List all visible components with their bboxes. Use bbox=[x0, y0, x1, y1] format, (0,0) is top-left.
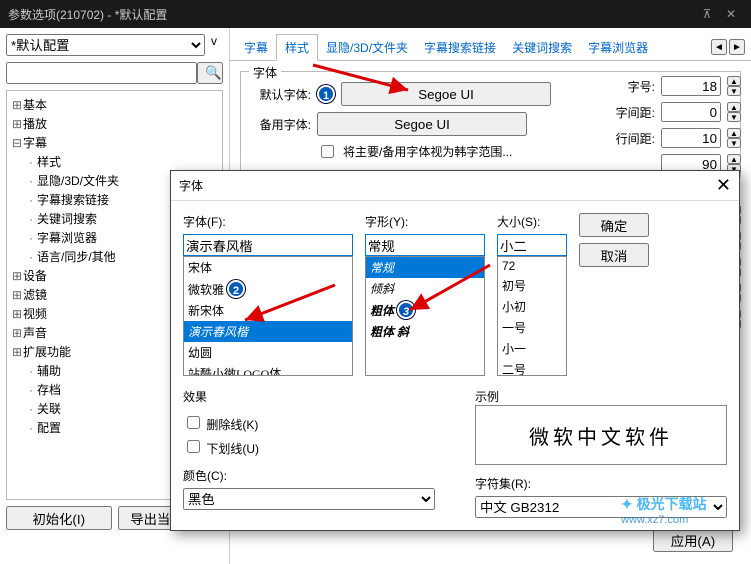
size-xiaochu[interactable]: 小初 bbox=[498, 296, 566, 317]
size-yihao[interactable]: 一号 bbox=[498, 317, 566, 338]
tab-subtitle[interactable]: 字幕 bbox=[236, 35, 276, 60]
font-item-youyuan[interactable]: 幼圆 bbox=[184, 342, 352, 363]
tab-searchlink[interactable]: 字幕搜索链接 bbox=[416, 35, 504, 60]
default-font-button[interactable]: Segoe UI bbox=[341, 82, 551, 106]
size-input[interactable] bbox=[661, 76, 721, 96]
tree-ext[interactable]: 扩展功能 bbox=[23, 345, 71, 359]
linegap-label: 行间距: bbox=[611, 130, 655, 147]
apply-button[interactable]: 应用(A) bbox=[653, 528, 733, 552]
cancel-button[interactable]: 取消 bbox=[579, 243, 649, 267]
style-italic[interactable]: 倾斜 bbox=[366, 278, 484, 299]
spacing-label: 字间距: bbox=[611, 104, 655, 121]
font-name-input[interactable] bbox=[183, 234, 353, 256]
spacing-input[interactable] bbox=[661, 102, 721, 122]
linegap-up[interactable]: ▲ bbox=[727, 128, 741, 138]
size-field-label: 大小(S): bbox=[497, 213, 567, 230]
search-input[interactable] bbox=[6, 62, 197, 84]
font-style-input[interactable] bbox=[365, 234, 485, 256]
size-down[interactable]: ▼ bbox=[727, 86, 741, 96]
profile-select[interactable]: *默认配置 bbox=[6, 34, 205, 56]
size-up[interactable]: ▲ bbox=[727, 76, 741, 86]
tree-audio[interactable]: 声音 bbox=[23, 326, 47, 340]
font-item-chunfeng[interactable]: 演示春风楷 bbox=[184, 321, 352, 342]
strikethrough-checkbox[interactable] bbox=[187, 416, 200, 429]
default-font-label: 默认字体: bbox=[251, 86, 311, 103]
sample-label: 示例 bbox=[475, 388, 727, 405]
linegap-down[interactable]: ▼ bbox=[727, 138, 741, 148]
tab-style[interactable]: 样式 bbox=[276, 34, 318, 61]
sample-preview: 微软中文软件 bbox=[475, 405, 727, 465]
tree-keyword[interactable]: 关键词搜索 bbox=[37, 212, 97, 226]
init-button[interactable]: 初始化(I) bbox=[6, 506, 112, 530]
korean-range-label: 将主要/备用字体视为韩字范围... bbox=[343, 143, 512, 160]
size-xiaoyi[interactable]: 小一 bbox=[498, 338, 566, 359]
linegap-input[interactable] bbox=[661, 128, 721, 148]
tab-keyword[interactable]: 关键词搜索 bbox=[504, 35, 580, 60]
korean-range-checkbox[interactable] bbox=[321, 145, 334, 158]
font-item-nsimsun[interactable]: 新宋体 bbox=[184, 300, 352, 321]
tree-folder[interactable]: 显隐/3D/文件夹 bbox=[37, 174, 119, 188]
hint-badge-2: 2 bbox=[227, 280, 245, 298]
f4-up[interactable]: ▲ bbox=[727, 154, 741, 164]
tab-next-button[interactable]: ► bbox=[729, 39, 745, 55]
close-icon[interactable]: ✕ bbox=[719, 7, 743, 21]
font-size-input[interactable] bbox=[497, 234, 567, 256]
font-item-zhanku[interactable]: 站酷小微LOGO体 bbox=[184, 363, 352, 376]
font-dialog: 字体 ✕ 字体(F): 宋体 微软雅 2 新宋体 演示春风楷 幼圆 站酷小微LO… bbox=[170, 170, 740, 531]
tree-basic[interactable]: 基本 bbox=[23, 98, 47, 112]
size-72[interactable]: 72 bbox=[498, 257, 566, 275]
charset-select[interactable]: 中文 GB2312 bbox=[475, 496, 727, 518]
font-group-legend: 字体 bbox=[249, 64, 281, 81]
size-list[interactable]: 72 初号 小初 一号 小一 二号 小二 bbox=[497, 256, 567, 376]
color-label: 颜色(C): bbox=[183, 467, 435, 484]
search-button[interactable]: 🔍 bbox=[197, 62, 223, 84]
tab-folder[interactable]: 显隐/3D/文件夹 bbox=[318, 35, 416, 60]
style-list[interactable]: 常规 倾斜 粗体 3 粗体 斜 bbox=[365, 256, 485, 376]
tree-lang[interactable]: 语言/同步/其他 bbox=[37, 250, 116, 264]
tree-playback[interactable]: 播放 bbox=[23, 117, 47, 131]
tab-browser[interactable]: 字幕浏览器 bbox=[580, 35, 656, 60]
tree-browser[interactable]: 字幕浏览器 bbox=[37, 231, 97, 245]
tree-video[interactable]: 视频 bbox=[23, 307, 47, 321]
size-label: 字号: bbox=[611, 78, 655, 95]
strikethrough-label: 删除线(K) bbox=[206, 418, 258, 432]
tree-config[interactable]: 配置 bbox=[37, 421, 61, 435]
charset-label: 字符集(R): bbox=[475, 475, 727, 492]
effects-label: 效果 bbox=[183, 388, 435, 405]
tree-device[interactable]: 设备 bbox=[23, 269, 47, 283]
style-field-label: 字形(Y): bbox=[365, 213, 485, 230]
backup-font-button[interactable]: Segoe UI bbox=[317, 112, 527, 136]
font-item-msyh[interactable]: 微软雅 2 bbox=[184, 278, 352, 300]
size-erhao[interactable]: 二号 bbox=[498, 359, 566, 376]
style-bolditalic[interactable]: 粗体 斜 bbox=[366, 321, 484, 342]
tree-style[interactable]: 样式 bbox=[37, 155, 61, 169]
ok-button[interactable]: 确定 bbox=[579, 213, 649, 237]
size-chuhao[interactable]: 初号 bbox=[498, 275, 566, 296]
tree-searchlink[interactable]: 字幕搜索链接 bbox=[37, 193, 109, 207]
tree-subtitle[interactable]: 字幕 bbox=[23, 136, 47, 150]
tab-prev-button[interactable]: ◄ bbox=[711, 39, 727, 55]
hint-badge-1: 1 bbox=[317, 85, 335, 103]
tree-filter[interactable]: 滤镜 bbox=[23, 288, 47, 302]
spacing-down[interactable]: ▼ bbox=[727, 112, 741, 122]
color-select[interactable]: 黑色 bbox=[183, 488, 435, 510]
hint-badge-3: 3 bbox=[397, 301, 415, 319]
dialog-close-icon[interactable]: ✕ bbox=[716, 175, 731, 196]
pin-icon[interactable]: ⊼ bbox=[695, 7, 719, 21]
dialog-title: 字体 bbox=[179, 177, 716, 194]
profile-dropdown-v[interactable]: v bbox=[205, 34, 223, 56]
underline-checkbox[interactable] bbox=[187, 440, 200, 453]
tree-save[interactable]: 存档 bbox=[37, 383, 61, 397]
style-bold[interactable]: 粗体 3 bbox=[366, 299, 484, 321]
tree-aux[interactable]: 辅助 bbox=[37, 364, 61, 378]
style-regular[interactable]: 常规 bbox=[366, 257, 484, 278]
backup-font-label: 备用字体: bbox=[251, 116, 311, 133]
underline-label: 下划线(U) bbox=[206, 442, 259, 456]
font-item-songti[interactable]: 宋体 bbox=[184, 257, 352, 278]
font-field-label: 字体(F): bbox=[183, 213, 353, 230]
tree-assoc[interactable]: 关联 bbox=[37, 402, 61, 416]
font-list[interactable]: 宋体 微软雅 2 新宋体 演示春风楷 幼圆 站酷小微LOGO体 卓健橄榄简体 bbox=[183, 256, 353, 376]
spacing-up[interactable]: ▲ bbox=[727, 102, 741, 112]
window-title: 参数选项(210702) - *默认配置 bbox=[8, 6, 695, 23]
